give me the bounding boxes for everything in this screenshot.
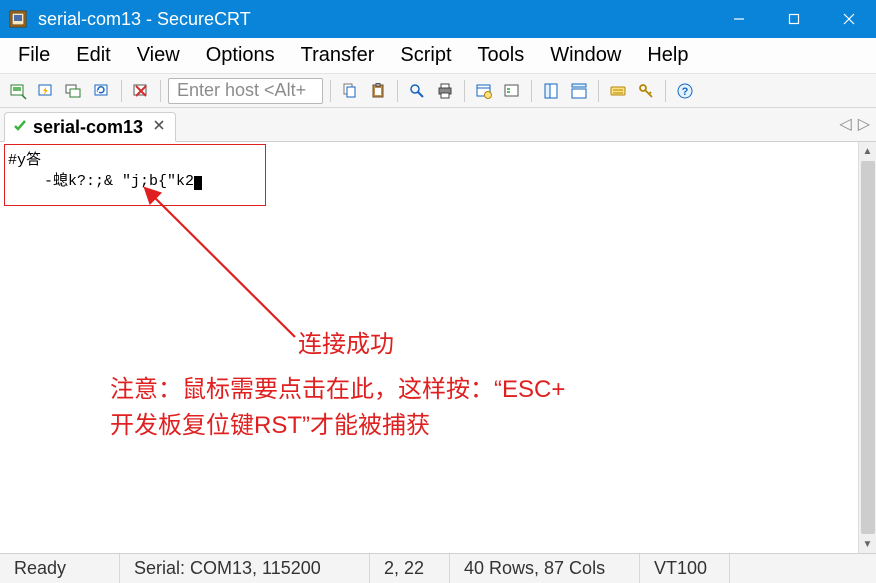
close-button[interactable]: [821, 0, 876, 38]
toolbar-separator: [397, 80, 398, 102]
toolbar-separator: [531, 80, 532, 102]
command-manager-icon[interactable]: [567, 79, 591, 103]
status-cursor-pos: 2, 22: [370, 554, 450, 583]
connect-icon[interactable]: [6, 79, 30, 103]
toolbar-separator: [598, 80, 599, 102]
paste-icon[interactable]: [366, 79, 390, 103]
minimize-button[interactable]: [711, 0, 766, 38]
menu-script[interactable]: Script: [388, 40, 463, 71]
toolbar-separator: [665, 80, 666, 102]
window-title: serial-com13 - SecureCRT: [38, 9, 711, 30]
tab-label: serial-com13: [33, 117, 143, 138]
scroll-down-icon[interactable]: ▼: [859, 535, 876, 553]
tab-close-icon[interactable]: [153, 118, 165, 136]
window-titlebar: serial-com13 - SecureCRT: [0, 0, 876, 38]
help-icon[interactable]: ?: [673, 79, 697, 103]
scroll-thumb[interactable]: [861, 161, 875, 534]
keymap-icon[interactable]: [606, 79, 630, 103]
toolbar-separator: [121, 80, 122, 102]
connect-in-tab-icon[interactable]: [62, 79, 86, 103]
menu-view[interactable]: View: [125, 40, 192, 71]
status-term-type: VT100: [640, 554, 730, 583]
maximize-button[interactable]: [766, 0, 821, 38]
copy-icon[interactable]: [338, 79, 362, 103]
menu-transfer[interactable]: Transfer: [289, 40, 387, 71]
status-spacer: [730, 554, 876, 583]
options-icon[interactable]: [500, 79, 524, 103]
toolbar-separator: [160, 80, 161, 102]
menubar: File Edit View Options Transfer Script T…: [0, 38, 876, 74]
tab-nav-arrows: ◁ ▷: [839, 114, 870, 134]
status-connection: Serial: COM13, 115200: [120, 554, 370, 583]
tab-prev-icon[interactable]: ◁: [839, 114, 851, 134]
menu-window[interactable]: Window: [538, 40, 633, 71]
status-size: 40 Rows, 87 Cols: [450, 554, 640, 583]
print-icon[interactable]: [433, 79, 457, 103]
status-ready: Ready: [0, 554, 120, 583]
menu-options[interactable]: Options: [194, 40, 287, 71]
statusbar: Ready Serial: COM13, 115200 2, 22 40 Row…: [0, 553, 876, 583]
menu-file[interactable]: File: [6, 40, 62, 71]
menu-edit[interactable]: Edit: [64, 40, 122, 71]
terminal[interactable]: #y答 -螅k?:;& "j;b{"k2: [4, 146, 858, 549]
scroll-up-icon[interactable]: ▲: [859, 142, 876, 160]
menu-tools[interactable]: Tools: [466, 40, 537, 71]
terminal-cursor: [194, 176, 202, 190]
menu-help[interactable]: Help: [635, 40, 700, 71]
connected-check-icon: [13, 119, 27, 136]
window-controls: [711, 0, 876, 38]
key-icon[interactable]: [634, 79, 658, 103]
workarea: #y答 -螅k?:;& "j;b{"k2 连接成功 注意：鼠标需要点击在此，这样…: [0, 142, 876, 553]
app-icon: [8, 9, 28, 29]
quick-connect-icon[interactable]: [34, 79, 58, 103]
host-placeholder-text: Enter host <Alt+: [177, 80, 306, 101]
vertical-scrollbar[interactable]: ▲ ▼: [858, 142, 876, 553]
disconnect-icon[interactable]: [129, 79, 153, 103]
terminal-line: -螅k?:;& "j;b{"k2: [8, 173, 194, 190]
svg-text:?: ?: [682, 86, 689, 98]
toolbar-separator: [330, 80, 331, 102]
toolbar: Enter host <Alt+ ?: [0, 74, 876, 108]
host-input[interactable]: Enter host <Alt+: [168, 78, 323, 104]
tab-next-icon[interactable]: ▷: [858, 114, 870, 134]
session-tab[interactable]: serial-com13: [4, 112, 176, 142]
properties-icon[interactable]: [472, 79, 496, 103]
toolbar-separator: [464, 80, 465, 102]
tabbar: serial-com13 ◁ ▷: [0, 108, 876, 142]
session-manager-icon[interactable]: [539, 79, 563, 103]
find-icon[interactable]: [405, 79, 429, 103]
reconnect-icon[interactable]: [90, 79, 114, 103]
terminal-line: #y答: [8, 152, 41, 169]
